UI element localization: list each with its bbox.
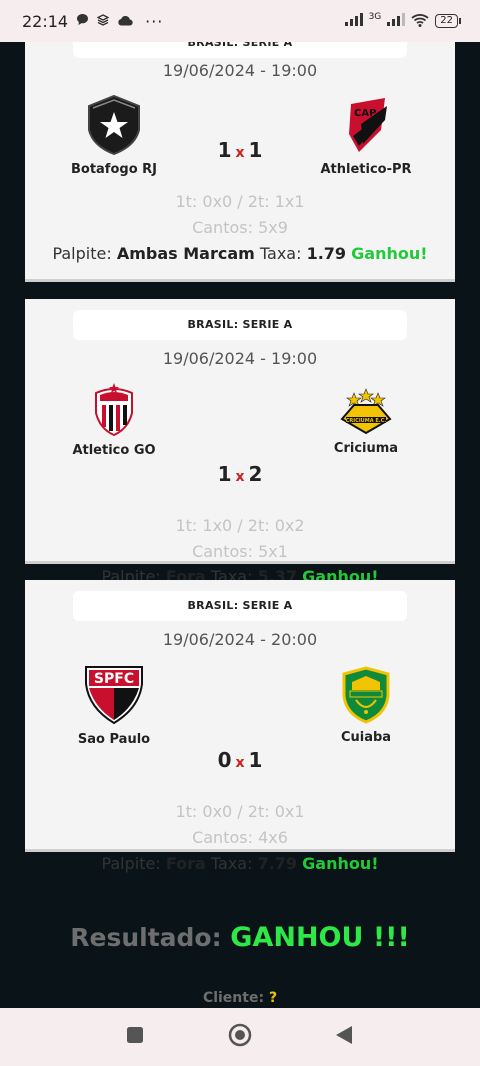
- match-score: 1x1: [190, 138, 290, 162]
- client-value: ?: [268, 990, 278, 1006]
- square-icon: [126, 1026, 144, 1048]
- scroll-content[interactable]: BRASIL: SERIE A 19/06/2024 - 19:00 Botaf…: [0, 42, 480, 1008]
- away-team-name: Criciuma: [333, 441, 399, 456]
- tip-line: Palpite: Ambas Marcam Taxa: 1.79 Ganhou!: [25, 244, 455, 263]
- score-separator: x: [235, 469, 245, 485]
- chat-icon: [76, 12, 89, 30]
- tip-line: Palpite: Fora Taxa: 7.79 Ganhou!: [25, 854, 455, 873]
- signal-icon: [344, 13, 363, 29]
- away-goals: 1: [248, 138, 263, 162]
- cloud-icon: [117, 12, 133, 30]
- result-value: GANHOU !!!: [230, 922, 410, 953]
- back-button[interactable]: [314, 1008, 374, 1066]
- battery-indicator: 22: [435, 14, 461, 28]
- outcome-badge: Ganhou!: [302, 854, 379, 873]
- match-card-2: BRASIL: SERIE A 19/06/2024 - 19:00 Atlet…: [25, 299, 455, 586]
- away-goals: 1: [248, 748, 263, 772]
- athletico-crest-icon: CAP: [306, 94, 426, 156]
- match-score: 1x2: [190, 462, 290, 486]
- home-team-name: Botafogo RJ: [70, 162, 158, 177]
- network-type: 3G: [368, 12, 382, 22]
- league-label: BRASIL: SERIE A: [73, 42, 407, 58]
- match-date: 19/06/2024 - 19:00: [162, 349, 318, 368]
- away-team-name: Athletico-PR: [320, 162, 412, 177]
- match-date: 19/06/2024 - 20:00: [162, 630, 318, 649]
- rate-label: Taxa:: [210, 854, 253, 873]
- atletico-go-shield-icon: [54, 383, 174, 437]
- corners: Cantos: 5x9: [192, 218, 288, 237]
- tip-value: Fora: [165, 854, 206, 873]
- home-team: SPFC Sao Paulo: [54, 664, 174, 747]
- tip-label: Palpite:: [101, 854, 161, 873]
- home-team: Atletico GO: [54, 383, 174, 458]
- away-team: Cuiaba: [306, 666, 426, 745]
- halftime-scores: 1t: 0x0 / 2t: 1x1: [175, 192, 305, 211]
- home-team-name: Sao Paulo: [77, 732, 151, 747]
- wifi-icon: [411, 13, 429, 30]
- layers-icon: [96, 12, 110, 30]
- cuiaba-shield-icon: [306, 666, 426, 724]
- league-label: BRASIL: SERIE A: [73, 310, 407, 340]
- spfc-logo-text: SPFC: [94, 671, 134, 687]
- home-team-name: Atletico GO: [72, 443, 156, 458]
- score-separator: x: [235, 755, 245, 771]
- circle-icon: [228, 1023, 252, 1051]
- svg-text:CRICIUMA E.C.: CRICIUMA E.C.: [346, 418, 387, 424]
- status-time: 22:14: [22, 11, 69, 31]
- more-dots: ···: [145, 11, 164, 31]
- rate-label: Taxa:: [259, 244, 302, 263]
- outcome-badge: Ganhou!: [351, 244, 428, 263]
- home-goals: 1: [217, 138, 232, 162]
- client-label: Cliente:: [202, 990, 265, 1006]
- corners: Cantos: 4x6: [192, 828, 288, 847]
- tip-value: Ambas Marcam: [116, 244, 255, 263]
- score-separator: x: [235, 145, 245, 161]
- home-team: Botafogo RJ: [54, 94, 174, 177]
- match-date: 19/06/2024 - 19:00: [162, 61, 318, 80]
- league-label: BRASIL: SERIE A: [73, 591, 407, 621]
- signal-icon-2: [387, 13, 406, 29]
- home-goals: 1: [217, 462, 232, 486]
- status-bar: 22:14 ··· 3G 22: [0, 0, 480, 42]
- svg-text:CAP: CAP: [354, 108, 376, 119]
- back-triangle-icon: [335, 1025, 353, 1049]
- result-label: Resultado:: [70, 923, 222, 952]
- navigation-bar: [0, 1008, 480, 1066]
- match-score: 0x1: [190, 748, 290, 772]
- match-card-1: BRASIL: SERIE A 19/06/2024 - 19:00 Botaf…: [25, 42, 455, 282]
- client-line: Cliente: ?: [0, 990, 480, 1006]
- corners: Cantos: 5x1: [192, 542, 288, 561]
- rate-value: 7.79: [257, 854, 298, 873]
- botafogo-shield-icon: [54, 94, 174, 156]
- criciuma-crest-icon: CRICIUMA E.C.: [306, 387, 426, 435]
- home-button[interactable]: [210, 1008, 270, 1066]
- match-card-3: BRASIL: SERIE A 19/06/2024 - 20:00 SPFC …: [25, 580, 455, 873]
- tip-label: Palpite:: [52, 244, 112, 263]
- spfc-shield-icon: SPFC: [54, 664, 174, 726]
- away-goals: 2: [248, 462, 263, 486]
- halftime-scores: 1t: 1x0 / 2t: 0x2: [175, 516, 305, 535]
- recents-button[interactable]: [105, 1008, 165, 1066]
- halftime-scores: 1t: 0x0 / 2t: 0x1: [175, 802, 305, 821]
- away-team-name: Cuiaba: [340, 730, 392, 745]
- rate-value: 1.79: [306, 244, 347, 263]
- home-goals: 0: [217, 748, 232, 772]
- away-team: CAP Athletico-PR: [306, 94, 426, 177]
- result-summary: Resultado: GANHOU !!!: [0, 922, 480, 953]
- away-team: CRICIUMA E.C. Criciuma: [306, 387, 426, 456]
